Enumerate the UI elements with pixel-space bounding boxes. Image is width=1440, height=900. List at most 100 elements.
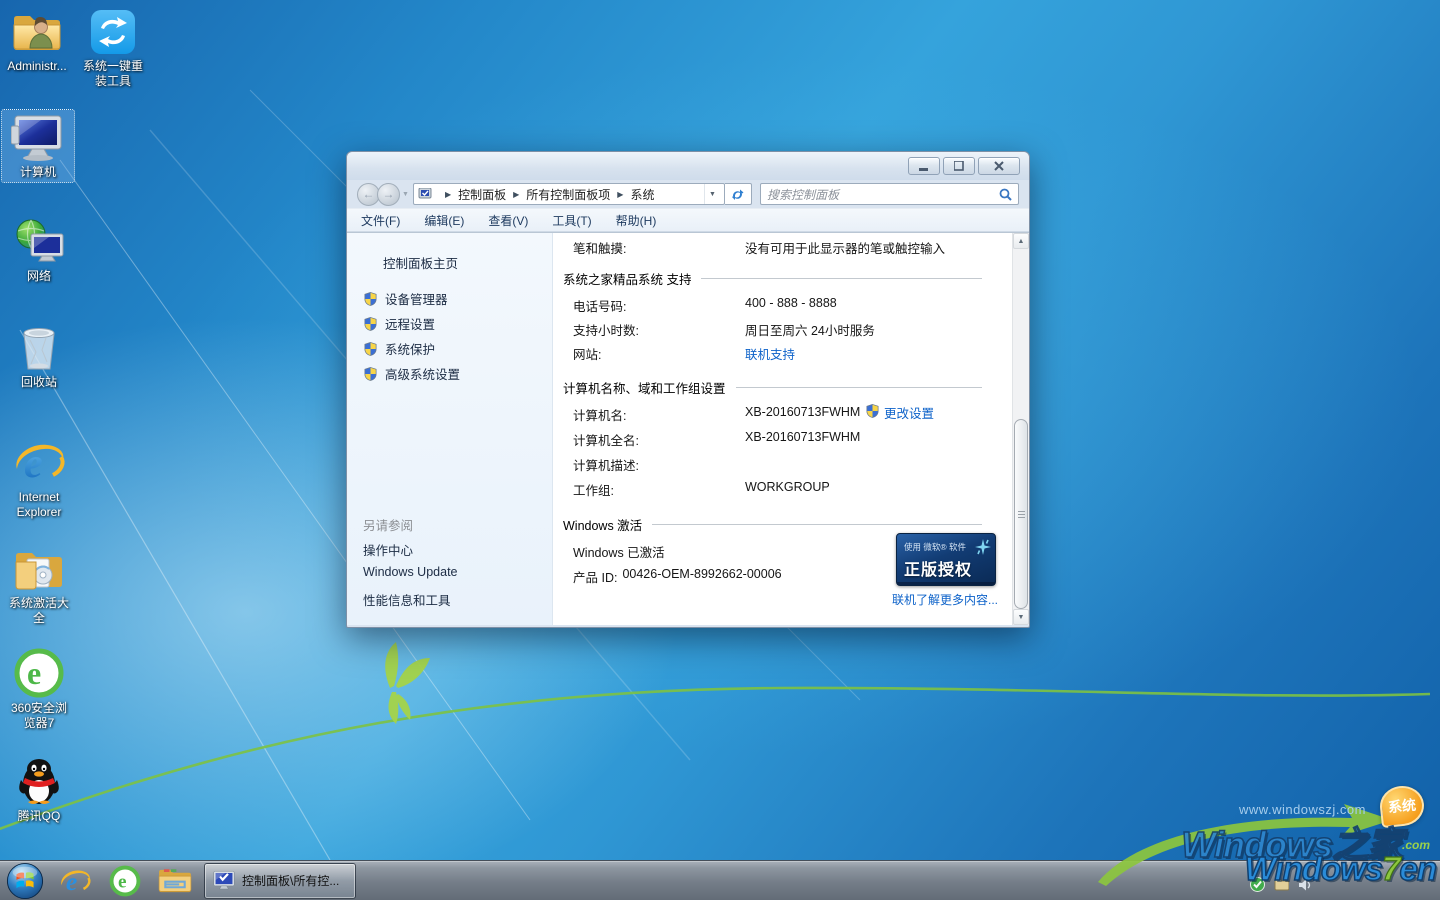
desktop-icon-computer[interactable]: 计算机 [2, 110, 74, 182]
refresh-button[interactable] [725, 183, 752, 205]
tray-volume-icon[interactable] [1298, 878, 1312, 892]
product-id-row: 产品 ID: 00426-OEM-8992662-00006 [573, 567, 782, 586]
field-label: 计算机全名: [573, 430, 745, 449]
field-label: 电话号码: [573, 296, 745, 315]
sidebar-label: 高级系统设置 [385, 364, 460, 383]
desktop-icon-360-browser[interactable]: e 360安全浏览器7 [6, 648, 72, 731]
taskbar-active-window-button[interactable]: 控制面板\所有控... [204, 863, 356, 899]
svg-text:e: e [27, 655, 41, 691]
desktop-icon-network[interactable]: 网络 [6, 216, 72, 284]
online-support-link[interactable]: 联机支持 [745, 344, 795, 363]
sidebar-item-remote-settings[interactable]: 远程设置 [363, 314, 435, 333]
scrollbar-thumb[interactable] [1014, 419, 1028, 609]
support-hours-row: 支持小时数: 周日至周六 24小时服务 [573, 320, 875, 339]
forward-button[interactable]: → [377, 183, 400, 206]
sidebar-label: 另请参阅 [363, 515, 413, 534]
desktop-icon-tencent-qq[interactable]: 腾讯QQ [6, 756, 72, 824]
maximize-button[interactable] [943, 157, 975, 175]
computer-name-section-header: 计算机名称、域和工作组设置 [563, 378, 982, 397]
address-dropdown-icon[interactable]: ▼ [704, 184, 720, 204]
taskbar-360-browser[interactable]: e [100, 862, 150, 900]
sidebar: 控制面板主页 设备管理器 远程设置 系统保护 高级系统设置 另请参阅 [347, 233, 553, 625]
genuine-star-icon [975, 539, 991, 555]
system-tray[interactable] [1250, 877, 1312, 892]
sidebar-label: Windows Update [363, 565, 458, 579]
genuine-software-badge[interactable]: 使用 微软® 软件 正版授权 安全 稳定 声誉 [896, 533, 996, 586]
system-info-content: 笔和触摸: 没有可用于此显示器的笔或触控输入 系统之家精品系统 支持 电话号码:… [553, 233, 1012, 625]
menu-view[interactable]: 查看(V) [488, 212, 528, 229]
360-browser-icon: e [109, 865, 141, 897]
change-settings-link[interactable]: 更改设置 [884, 403, 934, 422]
scroll-up-arrow[interactable]: ▲ [1013, 233, 1029, 249]
desktop-icon-administrator[interactable]: Administr... [4, 6, 70, 74]
start-button[interactable] [0, 862, 50, 900]
taskbar: e e 控制面板\所有控... [0, 860, 1440, 900]
crumb-all-items[interactable]: 所有控制面板项 [526, 186, 610, 203]
sidebar-item-action-center[interactable]: 操作中心 [363, 540, 413, 559]
uac-shield-icon [363, 291, 378, 307]
field-label: 支持小时数: [573, 320, 745, 339]
search-icon[interactable] [999, 188, 1012, 201]
crumb-arrow-icon: ▶ [617, 190, 623, 199]
minimize-button[interactable] [908, 157, 940, 175]
badge-bottom-text: 安全 稳定 声誉 [897, 582, 995, 586]
desktop-icon-label: 360安全浏览器7 [6, 701, 72, 731]
menu-edit[interactable]: 编辑(E) [424, 212, 464, 229]
taskbar-internet-explorer[interactable]: e [50, 862, 100, 900]
network-icon [6, 216, 72, 266]
section-title: Windows 激活 [563, 515, 642, 534]
computer-icon [2, 112, 74, 162]
crumb-system[interactable]: 系统 [630, 186, 654, 203]
active-window-label: 控制面板\所有控... [242, 872, 339, 889]
desktop-icon-label: 计算机 [2, 165, 74, 180]
activation-status-row: Windows 已激活 [573, 542, 665, 561]
field-label: 计算机描述: [573, 455, 745, 474]
scroll-down-arrow[interactable]: ▼ [1013, 609, 1029, 625]
field-value: 没有可用于此显示器的笔或触控输入 [745, 238, 945, 257]
computer-description-row: 计算机描述: [573, 455, 745, 474]
desktop-icon-activation-collection[interactable]: 系统激活大全 [4, 543, 74, 626]
badge-main-text: 正版授权 [897, 555, 995, 580]
window-titlebar[interactable] [347, 152, 1029, 180]
sidebar-item-performance-tools[interactable]: 性能信息和工具 [363, 590, 451, 609]
activation-folder-icon [4, 543, 74, 593]
close-button[interactable] [978, 157, 1020, 175]
pen-touch-row: 笔和触摸: 没有可用于此显示器的笔或触控输入 [573, 238, 945, 257]
desktop-icon-internet-explorer[interactable]: e Internet Explorer [6, 437, 72, 520]
field-value: 400 - 888 - 8888 [745, 296, 837, 315]
phone-row: 电话号码: 400 - 888 - 8888 [573, 296, 837, 315]
qq-penguin-icon [6, 756, 72, 806]
field-label: 计算机名: [573, 405, 745, 424]
sidebar-item-windows-update[interactable]: Windows Update [363, 565, 458, 579]
desktop-icon-reinstall-tool[interactable]: 系统一键重装工具 [80, 6, 146, 89]
menu-tools[interactable]: 工具(T) [552, 212, 591, 229]
system-reinstall-tool-icon [80, 6, 146, 56]
recent-pages-dropdown-icon[interactable]: ▼ [402, 191, 409, 198]
windows-start-orb-icon [6, 862, 44, 900]
sidebar-item-advanced-settings[interactable]: 高级系统设置 [363, 364, 460, 383]
tray-folder-icon[interactable] [1274, 878, 1289, 891]
crumb-control-panel[interactable]: 控制面板 [458, 186, 506, 203]
sidebar-item-device-manager[interactable]: 设备管理器 [363, 289, 448, 308]
breadcrumb[interactable]: ▶ 控制面板 ▶ 所有控制面板项 ▶ 系统 ▼ [413, 183, 725, 205]
taskbar-explorer[interactable] [150, 862, 200, 900]
administrator-folder-icon [4, 6, 70, 56]
sidebar-label: 系统保护 [385, 339, 435, 358]
desktop-icon-recycle-bin[interactable]: 回收站 [6, 322, 72, 390]
section-title: 系统之家精品系统 支持 [563, 269, 691, 288]
desktop-icon-label: Administr... [4, 59, 70, 74]
desktop-icon-label: 系统一键重装工具 [80, 59, 146, 89]
field-value: XB-20160713FWHM [745, 405, 860, 424]
tray-security-check-icon[interactable] [1250, 877, 1265, 892]
sidebar-label: 控制面板主页 [383, 253, 458, 272]
menu-bar: 文件(F) 编辑(E) 查看(V) 工具(T) 帮助(H) [347, 208, 1029, 232]
menu-help[interactable]: 帮助(H) [616, 212, 657, 229]
menu-file[interactable]: 文件(F) [361, 212, 400, 229]
sidebar-item-control-panel-home[interactable]: 控制面板主页 [383, 253, 458, 272]
learn-more-online-link[interactable]: 联机了解更多内容... [892, 591, 998, 608]
sidebar-item-system-protection[interactable]: 系统保护 [363, 339, 435, 358]
search-input[interactable]: 搜索控制面板 [760, 183, 1019, 205]
badge-top-text: 使用 微软® 软件 [904, 541, 966, 553]
change-settings[interactable]: 更改设置 [865, 403, 934, 422]
vertical-scrollbar[interactable]: ▲ ▼ [1012, 233, 1029, 625]
